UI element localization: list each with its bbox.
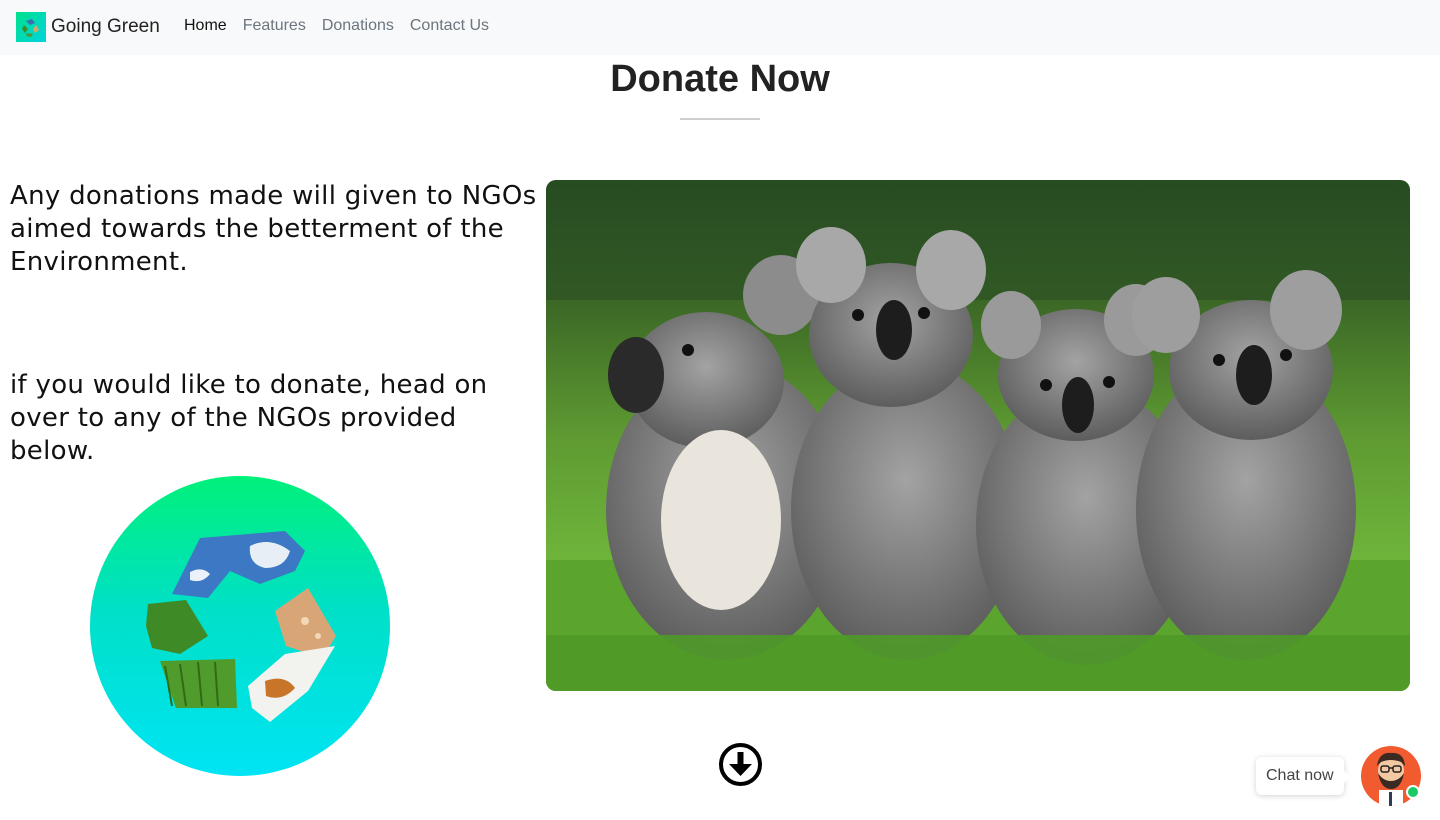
brand-name: Going Green [51, 16, 160, 37]
scroll-down-icon[interactable] [718, 742, 763, 787]
donation-info-text: Any donations made will given to NGOs ai… [10, 181, 537, 277]
brand-logo-icon [16, 12, 46, 42]
chat-bubble-tail [1343, 771, 1350, 783]
nav-links: Home Features Donations Contact Us [176, 17, 497, 35]
nav-link-contact-us[interactable]: Contact Us [402, 17, 497, 35]
chat-now-button[interactable]: Chat now [1256, 757, 1350, 795]
online-status-dot [1406, 785, 1420, 799]
title-divider [680, 118, 760, 120]
nav-link-home[interactable]: Home [176, 17, 235, 35]
brand[interactable]: Going Green [16, 12, 160, 42]
nav-link-features[interactable]: Features [235, 17, 314, 35]
navbar: Going Green Home Features Donations Cont… [0, 0, 1440, 55]
recycle-icon [90, 476, 390, 776]
chat-now-label: Chat now [1266, 767, 1334, 784]
koala-photo [546, 180, 1410, 691]
page-title: Donate Now [610, 58, 830, 100]
nav-link-donations[interactable]: Donations [314, 17, 402, 35]
donate-instructions-text: if you would like to donate, head on ove… [10, 370, 488, 466]
